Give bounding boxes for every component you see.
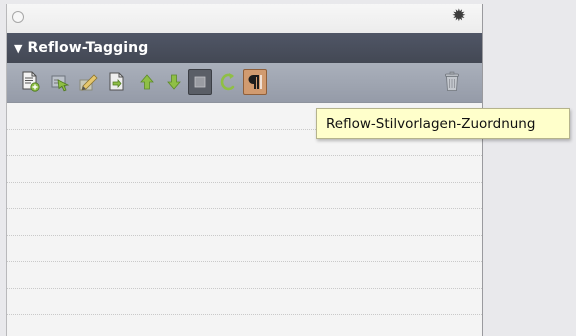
reflow-tagging-panel: ✹ ▼ Reflow-Tagging [6, 4, 483, 336]
panel-titlebar: ✹ [7, 4, 482, 33]
list-row[interactable] [7, 236, 482, 262]
list-row[interactable] [7, 156, 482, 183]
refresh-icon [220, 73, 235, 91]
page-export-icon [109, 72, 124, 91]
tooltip: Reflow-Stilvorlagen-Zuordnung [316, 108, 570, 139]
edit-tag-button[interactable] [77, 69, 101, 95]
style-mapping-button[interactable] [243, 69, 267, 95]
tag-element-button[interactable] [49, 69, 73, 95]
list-row[interactable] [7, 209, 482, 236]
list-row[interactable] [7, 183, 482, 209]
refresh-button[interactable] [217, 69, 241, 95]
stop-button[interactable] [188, 69, 212, 95]
new-page-button[interactable] [19, 69, 43, 95]
list-row[interactable] [7, 262, 482, 289]
arrow-down-icon [167, 74, 181, 90]
edit-tag-icon [79, 74, 98, 91]
style-mapping-icon [248, 75, 262, 89]
close-icon[interactable] [12, 11, 24, 23]
toolbar [7, 63, 482, 103]
move-down-button[interactable] [162, 69, 186, 95]
disclosure-triangle-icon[interactable]: ▼ [14, 43, 22, 54]
panel-title: Reflow-Tagging [27, 40, 149, 56]
tag-arrow-icon [51, 75, 70, 92]
trash-icon [445, 71, 459, 91]
list-row[interactable] [7, 315, 482, 336]
stop-square-icon [194, 76, 206, 88]
arrow-up-icon [140, 74, 154, 90]
move-up-button[interactable] [135, 69, 159, 95]
panel-header[interactable]: ▼ Reflow-Tagging [7, 33, 482, 63]
delete-button[interactable] [440, 69, 464, 95]
new-page-icon [22, 71, 40, 92]
list-row[interactable] [7, 289, 482, 315]
gear-icon[interactable]: ✹ [452, 8, 466, 25]
page-export-button[interactable] [105, 69, 129, 95]
